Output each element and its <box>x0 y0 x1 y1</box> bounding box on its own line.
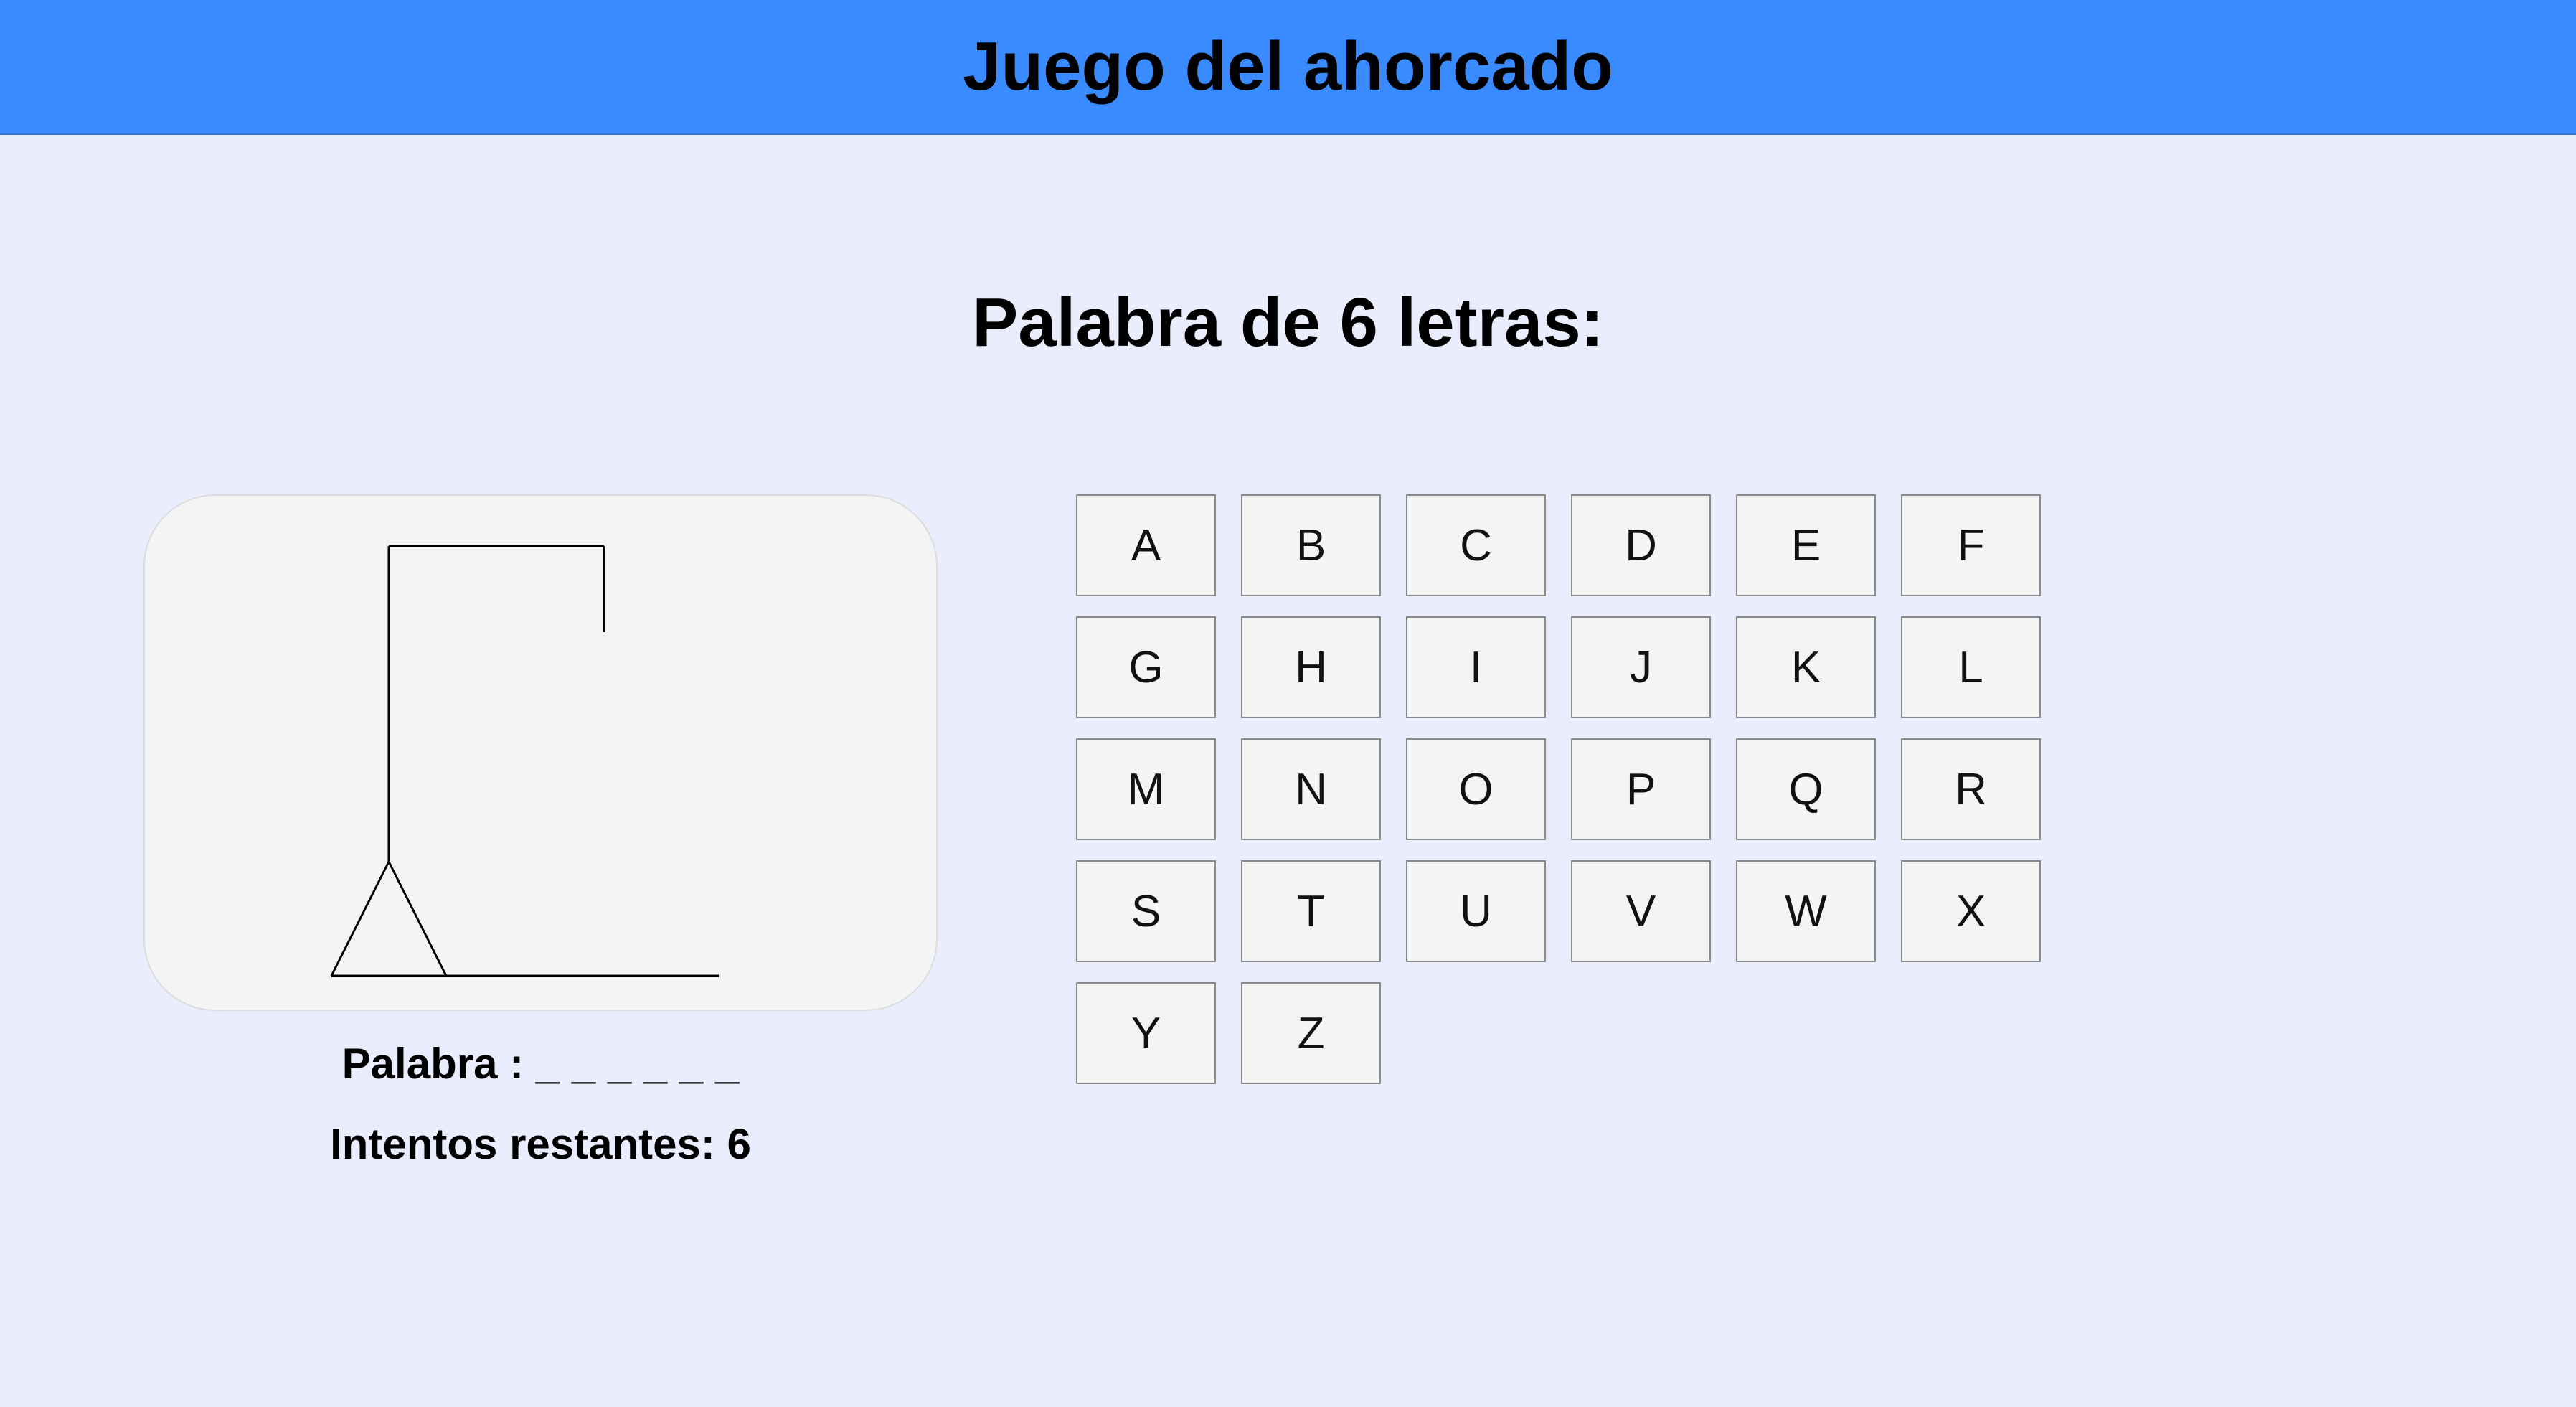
hidden-word: Palabra : _ _ _ _ _ _ <box>341 1040 740 1088</box>
letter-key-c[interactable]: C <box>1406 494 1546 596</box>
letter-key-e[interactable]: E <box>1736 494 1876 596</box>
letter-key-i[interactable]: I <box>1406 616 1546 718</box>
gallows-left-foot <box>330 861 390 977</box>
gallows-drawing <box>330 545 719 977</box>
remaining-attempts: Intentos restantes: 6 <box>330 1120 751 1168</box>
letter-key-x[interactable]: X <box>1901 860 2041 962</box>
letter-key-a[interactable]: A <box>1076 494 1216 596</box>
word-length-heading: Palabra de 6 letras: <box>972 284 1604 361</box>
letter-key-g[interactable]: G <box>1076 616 1216 718</box>
letter-key-p[interactable]: P <box>1571 738 1711 840</box>
letter-key-o[interactable]: O <box>1406 738 1546 840</box>
letter-key-j[interactable]: J <box>1571 616 1711 718</box>
letter-key-m[interactable]: M <box>1076 738 1216 840</box>
gallows-right-foot <box>387 861 448 977</box>
letter-key-s[interactable]: S <box>1076 860 1216 962</box>
letter-key-b[interactable]: B <box>1241 494 1381 596</box>
letter-key-f[interactable]: F <box>1901 494 2041 596</box>
letter-key-r[interactable]: R <box>1901 738 2041 840</box>
letter-key-u[interactable]: U <box>1406 860 1546 962</box>
letter-key-w[interactable]: W <box>1736 860 1876 962</box>
letter-key-d[interactable]: D <box>1571 494 1711 596</box>
letter-key-n[interactable]: N <box>1241 738 1381 840</box>
letter-key-l[interactable]: L <box>1901 616 2041 718</box>
gallows-panel <box>143 494 938 1011</box>
letter-key-v[interactable]: V <box>1571 860 1711 962</box>
app-header: Juego del ahorcado <box>0 0 2576 135</box>
letter-key-y[interactable]: Y <box>1076 982 1216 1084</box>
letter-key-z[interactable]: Z <box>1241 982 1381 1084</box>
letter-keyboard: ABCDEF GHIJKL MNOPQR STUVWX YZ <box>1076 494 2041 1084</box>
letter-key-t[interactable]: T <box>1241 860 1381 962</box>
letter-key-h[interactable]: H <box>1241 616 1381 718</box>
page-title: Juego del ahorcado <box>963 28 1613 105</box>
letter-key-q[interactable]: Q <box>1736 738 1876 840</box>
letter-key-k[interactable]: K <box>1736 616 1876 718</box>
